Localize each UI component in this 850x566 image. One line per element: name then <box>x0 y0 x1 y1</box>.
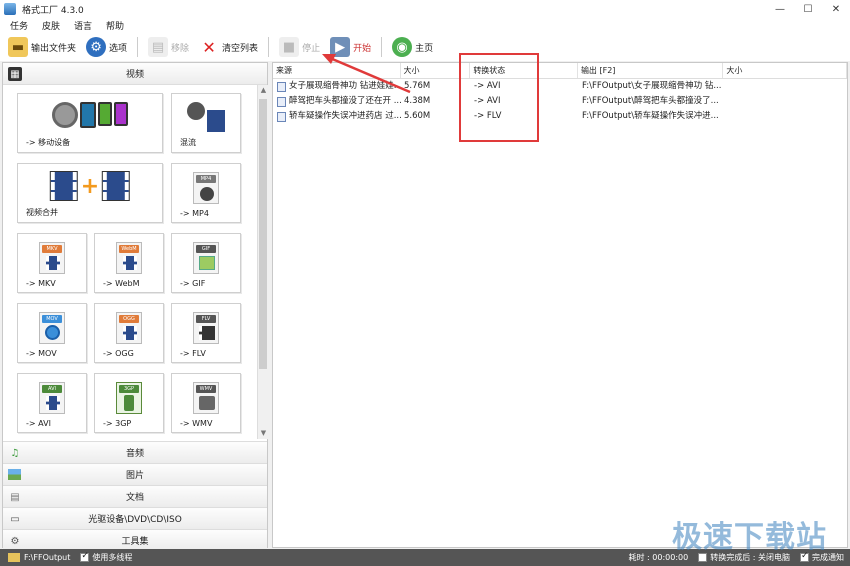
mkv-file-icon: MKV <box>39 242 65 274</box>
toolbar-divider <box>268 37 270 57</box>
tile-gif[interactable]: GIF -> GIF <box>171 233 241 293</box>
remove-button[interactable]: ▤ 移除 <box>148 35 189 59</box>
category-image[interactable]: 图片 <box>3 463 267 485</box>
avi-file-icon: AVI <box>39 382 65 414</box>
ogg-file-icon: OGG <box>116 312 142 344</box>
scroll-up-icon[interactable]: ▲ <box>258 85 269 96</box>
flv-file-icon: FLV <box>193 312 219 344</box>
home-button[interactable]: ◉ 主页 <box>392 35 433 59</box>
film-icon: ▦ <box>8 67 22 81</box>
options-icon: ⚙ <box>86 37 107 57</box>
wmv-file-icon: WMV <box>193 382 219 414</box>
tile-flv[interactable]: FLV -> FLV <box>171 303 241 363</box>
tile-webm[interactable]: WebM -> WebM <box>94 233 164 293</box>
tile-mobile-device[interactable]: -> 移动设备 <box>17 93 163 153</box>
mobile-device-icon <box>52 102 128 128</box>
folder-icon <box>8 553 20 562</box>
start-button[interactable]: ▶ 开始 <box>330 35 371 59</box>
col-output[interactable]: 输出 [F2] <box>578 63 724 78</box>
picture-icon <box>8 469 21 480</box>
tile-3gp[interactable]: 3GP -> 3GP <box>94 373 164 433</box>
clear-x-icon: ✕ <box>202 37 216 57</box>
task-list: 来源 大小 转换状态 输出 [F2] 大小 女子展现缩骨神功 钻进娃娃... 5… <box>272 62 848 548</box>
video-join-icon: + <box>49 171 131 201</box>
tile-video-join[interactable]: + 视频合并 <box>17 163 163 223</box>
toolbar-divider <box>137 37 139 57</box>
category-panel: ▦ 视频 -> 移动设备 混流 + 视频合并 MP4 -> MP4 MKV ->… <box>2 62 268 551</box>
category-toolbox[interactable]: ⚙ 工具集 <box>3 529 267 551</box>
globe-icon: ◉ <box>392 37 413 57</box>
maximize-button[interactable]: ☐ <box>794 0 822 18</box>
window-title: 格式工厂 4.3.0 <box>22 5 84 16</box>
multithread-label: 使用多线程 <box>92 553 133 562</box>
tiles-scrollbar[interactable]: ▲ ▼ <box>257 85 268 439</box>
title-bar: 格式工厂 4.3.0 — ☐ ✕ <box>0 0 850 18</box>
app-icon <box>4 3 16 15</box>
status-highlight-box <box>459 53 539 142</box>
video-section-header[interactable]: ▦ 视频 <box>3 63 267 85</box>
tile-mp4[interactable]: MP4 -> MP4 <box>171 163 241 223</box>
stop-icon: ■ <box>279 37 300 57</box>
col-output-size[interactable]: 大小 <box>723 63 847 78</box>
menu-skin[interactable]: 皮肤 <box>42 19 60 32</box>
mux-icon <box>187 102 225 132</box>
video-file-icon <box>277 111 286 122</box>
disc-drive-icon: ▭ <box>10 513 20 525</box>
tile-mov[interactable]: MOV -> MOV <box>17 303 87 363</box>
multithread-checkbox[interactable] <box>80 551 90 562</box>
music-note-icon: ♫ <box>10 447 20 459</box>
remove-icon: ▤ <box>148 37 169 57</box>
tile-mkv[interactable]: MKV -> MKV <box>17 233 87 293</box>
table-row[interactable]: 女子展现缩骨神功 钻进娃娃... 5.76M -> AVI F:\FFOutpu… <box>273 79 847 94</box>
3gp-file-icon: 3GP <box>116 382 142 414</box>
close-button[interactable]: ✕ <box>822 0 850 18</box>
task-table-header: 来源 大小 转换状态 输出 [F2] 大小 <box>273 63 847 79</box>
window-controls: — ☐ ✕ <box>766 0 850 18</box>
video-file-icon <box>277 81 286 92</box>
tile-ogg[interactable]: OGG -> OGG <box>94 303 164 363</box>
table-row[interactable]: 轿车疑操作失误冲进药店 过... 5.60M -> FLV F:\FFOutpu… <box>273 109 847 124</box>
category-audio[interactable]: ♫ 音频 <box>3 441 267 463</box>
tile-wmv[interactable]: WMV -> WMV <box>171 373 241 433</box>
minimize-button[interactable]: — <box>766 0 794 18</box>
tile-mux[interactable]: 混流 <box>171 93 241 153</box>
start-icon: ▶ <box>330 37 351 57</box>
toolbar-divider <box>381 37 383 57</box>
document-icon: ▤ <box>10 491 20 503</box>
stop-button[interactable]: ■ 停止 <box>279 35 320 59</box>
options-button[interactable]: ⚙ 选项 <box>86 35 127 59</box>
menu-bar: 任务 皮肤 语言 帮助 <box>0 18 850 33</box>
watermark: 极速下载站 <box>672 520 827 555</box>
video-tiles: -> 移动设备 混流 + 视频合并 MP4 -> MP4 MKV -> MKV <box>3 85 257 439</box>
toolbox-icon: ⚙ <box>10 535 20 547</box>
scroll-down-icon[interactable]: ▼ <box>258 428 269 439</box>
menu-task[interactable]: 任务 <box>10 19 28 32</box>
category-optical-drive[interactable]: ▭ 光驱设备\DVD\CD\ISO <box>3 507 267 529</box>
tile-avi[interactable]: AVI -> AVI <box>17 373 87 433</box>
clear-list-button[interactable]: ✕ 清空列表 <box>199 35 258 59</box>
category-list: ♫ 音频 图片 ▤ 文档 ▭ 光驱设备\DVD\CD\ISO ⚙ 工具集 <box>3 441 267 551</box>
gif-file-icon: GIF <box>193 242 219 274</box>
col-source[interactable]: 来源 <box>273 63 401 78</box>
scrollbar-thumb[interactable] <box>259 99 267 369</box>
menu-language[interactable]: 语言 <box>74 19 92 32</box>
webm-file-icon: WebM <box>116 242 142 274</box>
menu-help[interactable]: 帮助 <box>106 19 124 32</box>
category-document[interactable]: ▤ 文档 <box>3 485 267 507</box>
video-file-icon <box>277 96 286 107</box>
toolbar: ▬ 输出文件夹 ⚙ 选项 ▤ 移除 ✕ 清空列表 ■ 停止 ▶ 开始 ◉ 主页 <box>0 33 850 61</box>
table-row[interactable]: 醉驾把车头都撞没了还在开 ... 4.38M -> AVI F:\FFOutpu… <box>273 94 847 109</box>
mov-file-icon: MOV <box>39 312 65 344</box>
output-path[interactable]: F:\FFOutput <box>24 553 70 562</box>
folder-icon: ▬ <box>8 37 28 57</box>
output-folder-button[interactable]: ▬ 输出文件夹 <box>8 35 76 59</box>
mp4-file-icon: MP4 <box>193 172 219 204</box>
